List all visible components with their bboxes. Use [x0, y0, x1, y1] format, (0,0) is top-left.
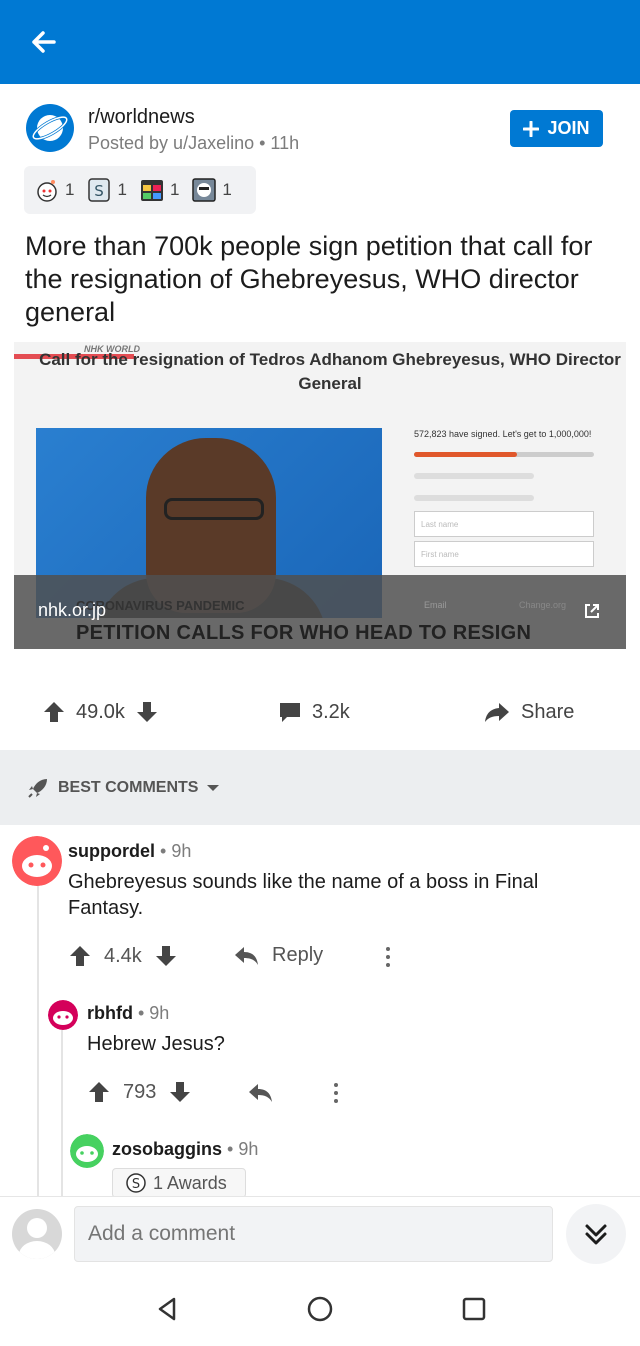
- award-face: 1: [191, 177, 232, 203]
- vote-group: 49.0k: [42, 700, 159, 724]
- progress-fill: [414, 452, 517, 457]
- comment-votes: 4.4k: [68, 944, 178, 968]
- comment-awards[interactable]: S 1 Awards: [112, 1168, 246, 1198]
- first-name-field: First name: [414, 541, 594, 567]
- comment-vote-count: 793: [123, 1080, 157, 1103]
- award-calendar: 1: [139, 177, 179, 203]
- sort-label: BEST COMMENTS: [58, 779, 199, 796]
- user-avatar[interactable]: [12, 1209, 62, 1259]
- home-circle-icon[interactable]: [305, 1294, 335, 1324]
- upvote-icon[interactable]: [87, 1080, 111, 1104]
- join-button[interactable]: JOIN: [510, 110, 603, 147]
- back-triangle-icon[interactable]: [152, 1294, 182, 1324]
- comment-count: 3.2k: [312, 700, 350, 723]
- avatar[interactable]: [48, 1000, 78, 1030]
- comment-vote-count: 4.4k: [104, 944, 142, 967]
- award-count: 1: [117, 180, 127, 199]
- more-options-icon[interactable]: [328, 1080, 344, 1106]
- wholesome-award-icon: [37, 180, 57, 202]
- calendar-award-icon: [140, 180, 163, 201]
- arrow-left-icon[interactable]: [24, 22, 64, 62]
- link-preview[interactable]: Call for the resignation of Tedros Adhan…: [14, 342, 626, 649]
- recents-square-icon[interactable]: [459, 1294, 489, 1324]
- comment-input[interactable]: [74, 1206, 553, 1262]
- award-count: 1: [65, 180, 75, 199]
- comment-votes: 793: [87, 1080, 192, 1104]
- upvote-icon[interactable]: [68, 944, 92, 968]
- avatar[interactable]: [12, 836, 62, 886]
- signature-progress: [414, 452, 594, 457]
- silver-award-icon: S: [88, 178, 111, 202]
- glasses-shape: [164, 498, 264, 520]
- subreddit-icon[interactable]: [26, 104, 74, 152]
- award-silver: S 1: [86, 177, 127, 203]
- subreddit-name[interactable]: r/worldnews: [88, 106, 195, 129]
- blurred-line: [414, 473, 534, 479]
- link-domain[interactable]: nhk.or.jp: [38, 600, 106, 621]
- banner-headline: PETITION CALLS FOR WHO HEAD TO RESIGN: [76, 622, 532, 644]
- post-actions: 49.0k 3.2k Share: [0, 690, 640, 738]
- petition-title: Call for the resignation of Tedros Adhan…: [39, 350, 621, 393]
- share-label: Share: [521, 700, 575, 723]
- signature-form: 572,823 have signed. Let's get to 1,000,…: [414, 428, 604, 567]
- comment-author[interactable]: zosobaggins • 9h: [112, 1139, 258, 1160]
- post-title[interactable]: More than 700k people sign petition that…: [25, 230, 615, 329]
- award-count: 1: [222, 180, 232, 199]
- external-link-icon[interactable]: [583, 602, 601, 620]
- more-options-icon[interactable]: [380, 944, 396, 970]
- downvote-icon[interactable]: [135, 700, 159, 724]
- face-award-icon: [192, 178, 217, 202]
- downvote-icon[interactable]: [168, 1080, 192, 1104]
- share-icon: [485, 703, 509, 722]
- post-awards[interactable]: 1 S 1 1 1: [24, 166, 256, 214]
- silver-award-icon: S: [126, 1173, 146, 1193]
- last-name-field: Last name: [414, 511, 594, 537]
- reply-icon[interactable]: [248, 1082, 274, 1104]
- sort-dropdown[interactable]: BEST COMMENTS: [26, 776, 220, 800]
- comment-author[interactable]: rbhfd • 9h: [87, 1003, 169, 1024]
- avatar[interactable]: [70, 1134, 104, 1168]
- awards-label: 1 Awards: [153, 1172, 227, 1193]
- reply-button[interactable]: Reply: [234, 944, 323, 967]
- join-label: JOIN: [547, 118, 590, 138]
- thread-line[interactable]: [61, 1030, 63, 1196]
- svg-text:S: S: [95, 182, 105, 200]
- thread-line[interactable]: [37, 884, 39, 1196]
- downvote-icon[interactable]: [154, 944, 178, 968]
- signed-count: 572,823 have signed. Let's get to 1,000,…: [414, 429, 592, 439]
- reply-label: Reply: [272, 944, 324, 966]
- user-silhouette-icon: [19, 1218, 55, 1259]
- post-meta: Posted by u/Jaxelino • 11h: [88, 133, 300, 153]
- double-chevron-down-icon: [585, 1224, 607, 1245]
- reply-icon: [235, 946, 258, 965]
- app-header: [0, 0, 640, 84]
- comment-author[interactable]: suppordel • 9h: [68, 841, 191, 862]
- email-field: Email: [424, 600, 447, 610]
- blurred-line: [414, 495, 534, 501]
- rocket-icon: [28, 779, 47, 798]
- plus-icon: [523, 120, 540, 137]
- site-tag: Change.org: [519, 600, 567, 610]
- award-count: 1: [169, 180, 180, 199]
- watermark: NHK WORLD: [84, 344, 140, 354]
- caret-down-icon: [207, 785, 220, 791]
- comment-icon: [280, 703, 300, 722]
- upvote-icon[interactable]: [42, 700, 66, 724]
- comments-button[interactable]: 3.2k: [278, 700, 350, 724]
- award-wholesome: 1: [34, 177, 74, 203]
- jump-next-button[interactable]: [566, 1204, 626, 1264]
- svg-text:S: S: [132, 1177, 140, 1192]
- share-button[interactable]: Share: [483, 700, 574, 724]
- comment-body: Hebrew Jesus?: [87, 1033, 225, 1055]
- comment-body: Ghebreyesus sounds like the name of a bo…: [68, 871, 539, 919]
- vote-count: 49.0k: [76, 700, 125, 723]
